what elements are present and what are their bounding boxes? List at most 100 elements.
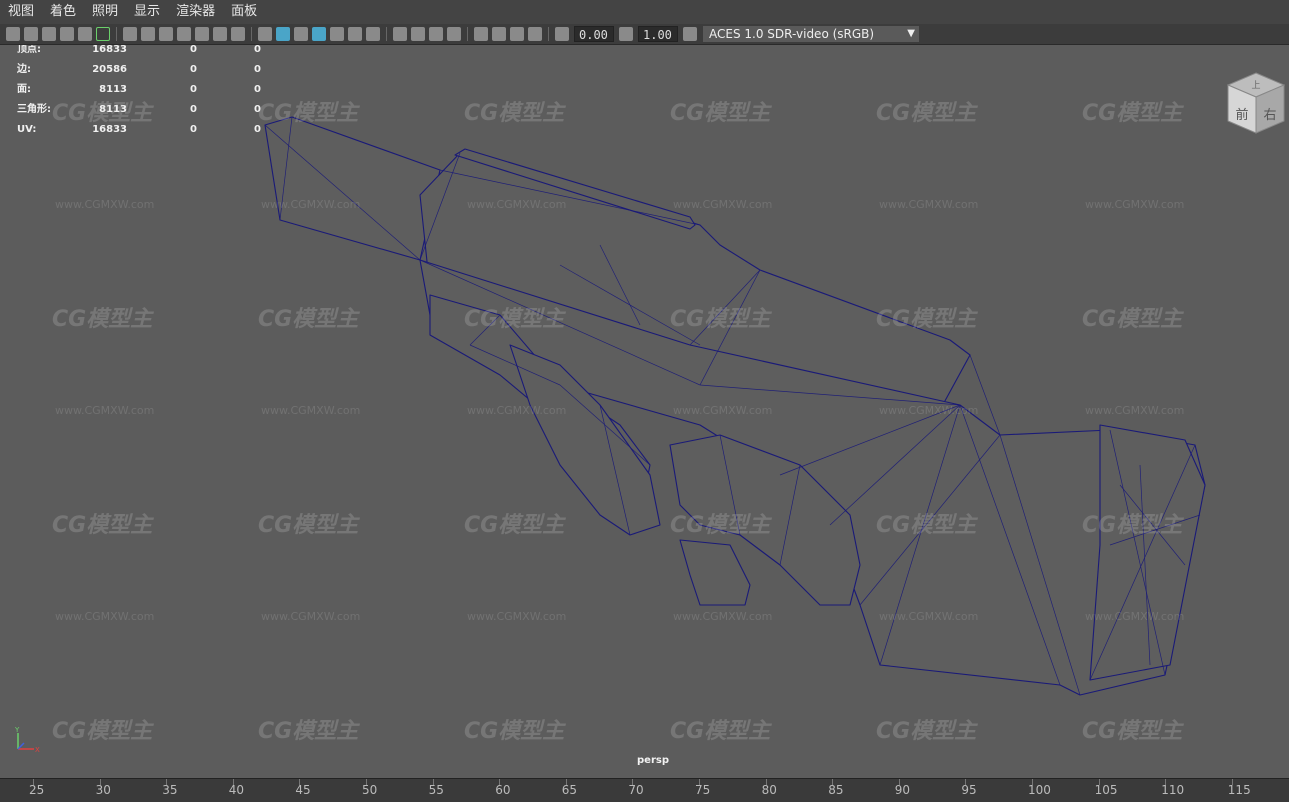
menu-bar: 视图 着色 照明 显示 渲染器 面板	[0, 0, 1289, 24]
2d-pan-zoom-icon[interactable]	[78, 27, 92, 41]
textured-icon[interactable]	[330, 27, 344, 41]
watermark-logo: CG模型主	[52, 307, 153, 332]
axis-gizmo: Y X	[14, 726, 40, 754]
hud-value: 20586	[92, 64, 127, 75]
watermark-logo: CG模型主	[670, 513, 771, 538]
gamma-icon[interactable]	[619, 27, 633, 41]
watermark-url: www.CGMXW.com	[1085, 610, 1185, 623]
depth-of-field-icon[interactable]	[447, 27, 461, 41]
image-plane-icon[interactable]	[60, 27, 74, 41]
watermark-logo: CG模型主	[52, 719, 153, 744]
timeline-tick-label: 60	[495, 783, 511, 797]
wireframe-on-shaded-icon[interactable]	[312, 27, 326, 41]
hud-label: 面:	[17, 84, 31, 95]
shadows-icon[interactable]	[366, 27, 380, 41]
lights-icon[interactable]	[348, 27, 362, 41]
smooth-shade-icon[interactable]	[276, 27, 290, 41]
menu-lighting[interactable]: 照明	[84, 0, 126, 24]
timeline-tick-label: 95	[961, 783, 977, 797]
toolbar-divider	[386, 27, 387, 41]
timeline-tick-label: 85	[828, 783, 844, 797]
xray-joints-icon[interactable]	[528, 27, 542, 41]
watermark-url: www.CGMXW.com	[673, 404, 773, 417]
watermark-logo: CG模型主	[464, 101, 565, 126]
menu-panels[interactable]: 面板	[223, 0, 265, 24]
isolate-select-icon[interactable]	[474, 27, 488, 41]
motion-blur-icon[interactable]	[411, 27, 425, 41]
resolution-gate-icon[interactable]	[159, 27, 173, 41]
hud-row-edges: 边: 20586 0 0	[17, 65, 277, 85]
hud-value: 0	[254, 45, 261, 55]
watermark-url: www.CGMXW.com	[261, 198, 361, 211]
watermark-logo: CG模型主	[876, 719, 977, 744]
field-chart-icon[interactable]	[195, 27, 209, 41]
hud-value: 0	[190, 45, 197, 55]
watermark-url: www.CGMXW.com	[55, 610, 155, 623]
timeline-tick-label: 50	[362, 783, 378, 797]
watermark-logo: CG模型主	[1082, 513, 1183, 538]
hud-value: 0	[190, 104, 197, 115]
watermark-url: www.CGMXW.com	[879, 198, 979, 211]
chevron-down-icon: ▼	[907, 28, 915, 39]
timeline-tick-label: 45	[295, 783, 311, 797]
toolbar-divider	[116, 27, 117, 41]
watermark-logo: CG模型主	[258, 719, 359, 744]
watermark-logo: CG模型主	[670, 101, 771, 126]
safe-action-icon[interactable]	[213, 27, 227, 41]
hud-value: 0	[190, 124, 197, 135]
watermark-logo: CG模型主	[464, 719, 565, 744]
xray-icon[interactable]	[492, 27, 506, 41]
hud-label: 三角形:	[17, 104, 51, 115]
watermark-url: www.CGMXW.com	[1085, 198, 1185, 211]
watermark-logo: CG模型主	[1082, 101, 1183, 126]
watermark-logo: CG模型主	[52, 513, 153, 538]
select-camera-icon[interactable]	[6, 27, 20, 41]
grid-icon[interactable]	[123, 27, 137, 41]
timeline-tick-label: 100	[1028, 783, 1051, 797]
exposure-icon[interactable]	[555, 27, 569, 41]
watermark-url: www.CGMXW.com	[467, 610, 567, 623]
hud-row-triangles: 三角形: 8113 0 0	[17, 105, 277, 125]
xray-active-icon[interactable]	[510, 27, 524, 41]
wireframe-icon[interactable]	[258, 27, 272, 41]
watermark-logo: CG模型主	[670, 719, 771, 744]
watermark-url: www.CGMXW.com	[879, 610, 979, 623]
menu-show[interactable]: 显示	[126, 0, 168, 24]
watermark-url: www.CGMXW.com	[673, 610, 773, 623]
time-slider[interactable]: 25 30 35 40 45 50 55 60 65 70 75 80 85 90 95 100 105 110 1…	[0, 778, 1289, 802]
camera-attributes-icon[interactable]	[24, 27, 38, 41]
screen-space-ao-icon[interactable]	[393, 27, 407, 41]
view-cube[interactable]: 上 前 右	[1226, 71, 1286, 135]
watermark-url: www.CGMXW.com	[673, 198, 773, 211]
grease-pencil-icon[interactable]	[96, 27, 110, 41]
exposure-field[interactable]: 0.00	[574, 26, 614, 42]
color-space-dropdown[interactable]: ACES 1.0 SDR-video (sRGB) ▼	[703, 26, 919, 42]
watermark-logo: CG模型主	[464, 513, 565, 538]
gate-mask-icon[interactable]	[177, 27, 191, 41]
watermark-url: www.CGMXW.com	[55, 198, 155, 211]
panel-toolbar: 0.00 1.00 ACES 1.0 SDR-video (sRGB) ▼	[0, 24, 1289, 45]
hud-value: 8113	[99, 84, 127, 95]
film-gate-icon[interactable]	[141, 27, 155, 41]
menu-renderer[interactable]: 渲染器	[168, 0, 223, 24]
watermark-logo: CG模型主	[876, 307, 977, 332]
poly-count-hud: 顶点: 16833 0 0 边: 20586 0 0 面: 8113 0 0 三…	[17, 45, 277, 145]
toolbar-divider	[548, 27, 549, 41]
menu-view[interactable]: 视图	[0, 0, 42, 24]
hud-value: 16833	[92, 45, 127, 55]
safe-title-icon[interactable]	[231, 27, 245, 41]
camera-name-label: persp	[637, 755, 669, 766]
timeline-tick-label: 90	[894, 783, 911, 797]
bookmark-icon[interactable]	[42, 27, 56, 41]
hud-value: 0	[190, 64, 197, 75]
hud-label: 顶点:	[17, 45, 41, 55]
viewcube-right-label: 右	[1263, 108, 1276, 123]
timeline-tick-label: 65	[561, 783, 578, 797]
anti-aliasing-icon[interactable]	[429, 27, 443, 41]
axis-y-label: Y	[14, 726, 20, 734]
menu-shading[interactable]: 着色	[42, 0, 84, 24]
color-management-icon[interactable]	[683, 27, 697, 41]
viewport-persp[interactable]: CG模型主 CG模型主 CG模型主 CG模型主 CG模型主 CG模型主 www.…	[0, 45, 1289, 778]
default-material-icon[interactable]	[294, 27, 308, 41]
gamma-field[interactable]: 1.00	[638, 26, 678, 42]
